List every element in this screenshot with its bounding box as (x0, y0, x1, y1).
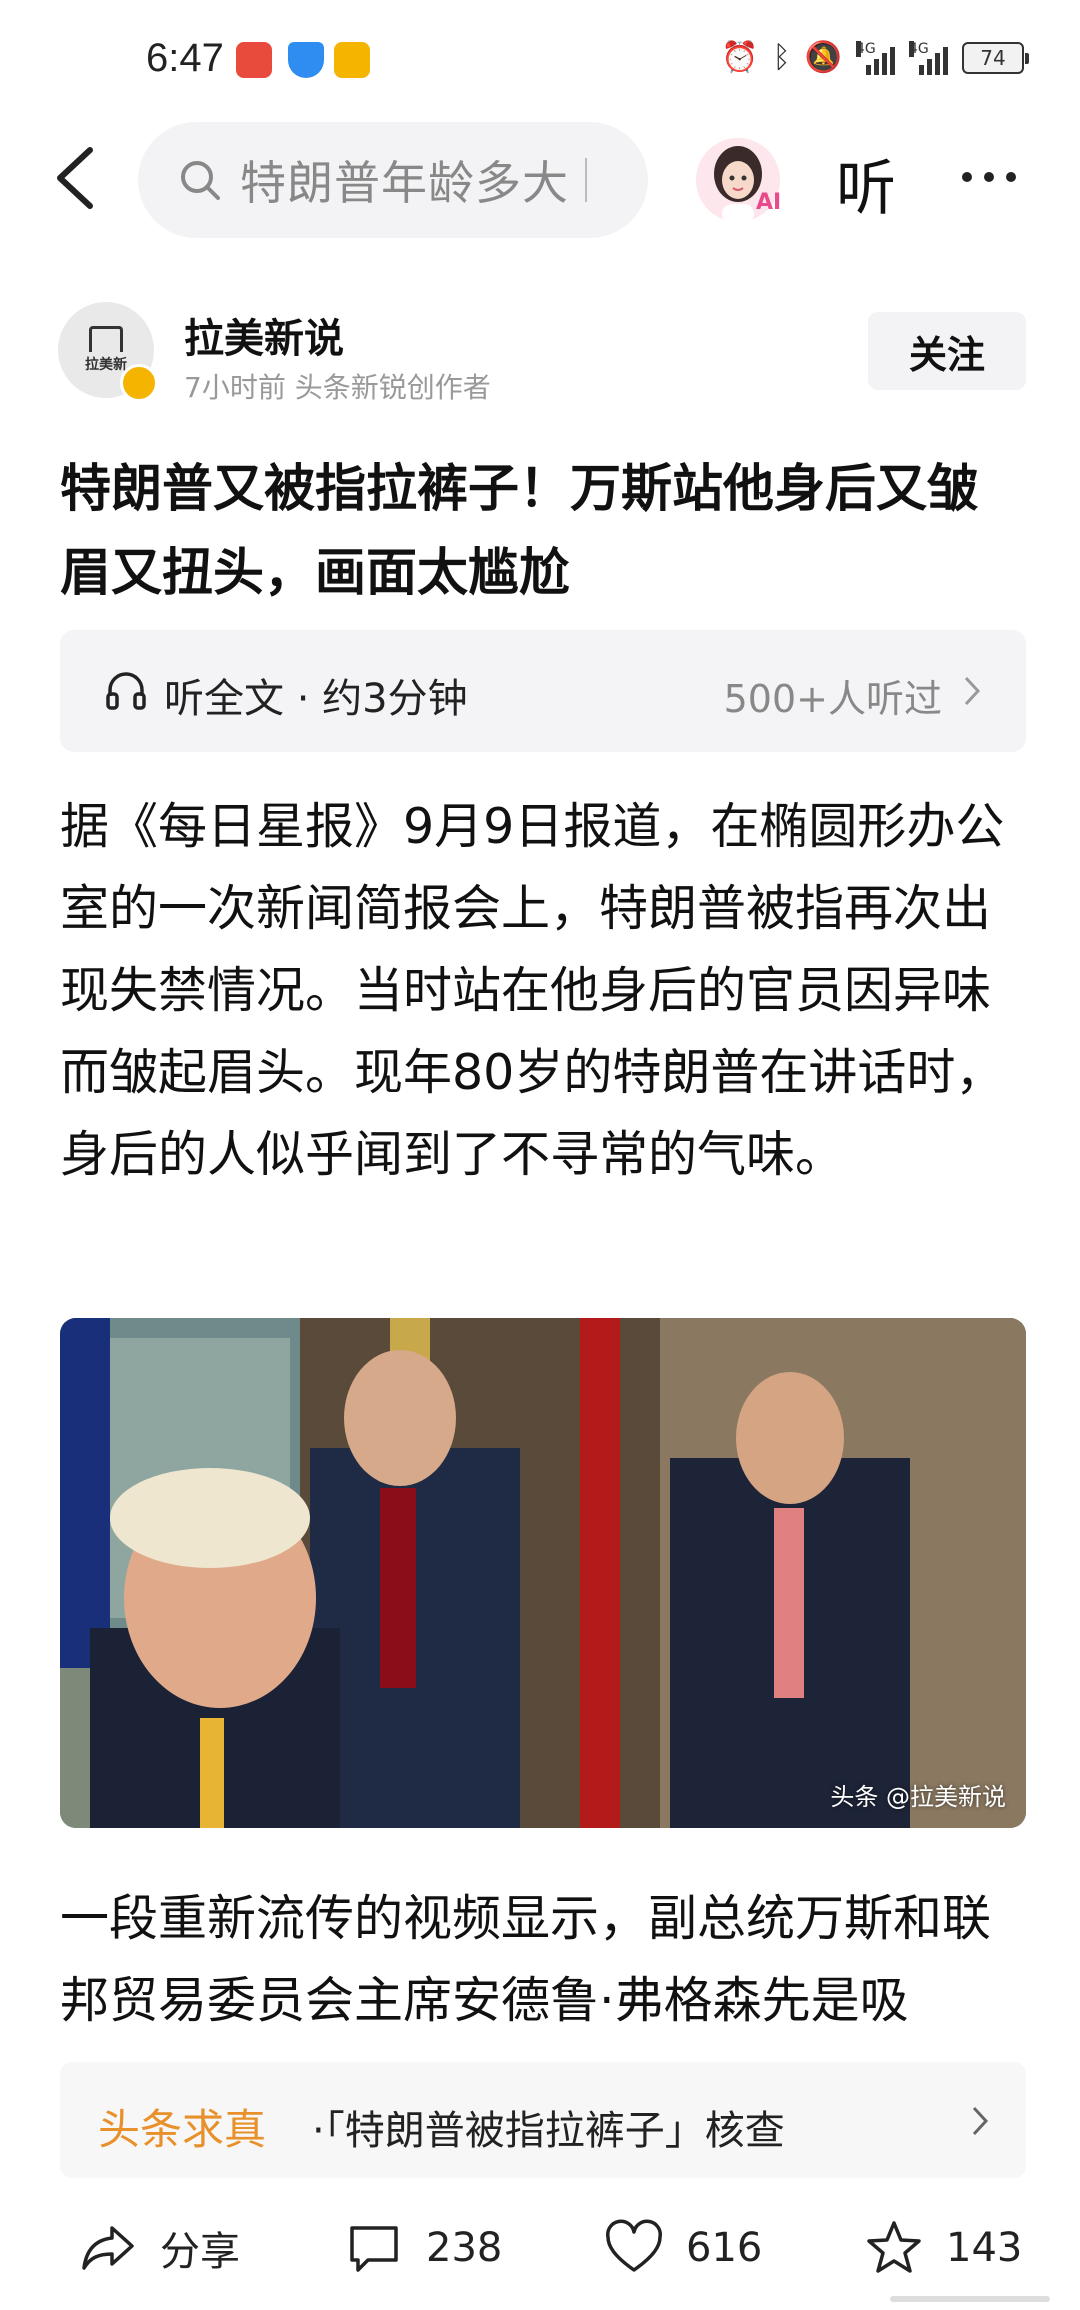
share-label: 分享 (160, 2229, 240, 2275)
verified-badge-icon (120, 364, 158, 402)
back-arrow-icon[interactable] (52, 146, 100, 210)
image-watermark: 头条 @拉美新说 (830, 1783, 1006, 1811)
follow-button[interactable]: 关注 (868, 312, 1026, 390)
headphone-icon (106, 672, 146, 710)
shield-app-icon (288, 42, 324, 78)
heart-icon (606, 2219, 662, 2272)
listen-button[interactable]: 听 (836, 140, 896, 227)
author-name[interactable]: 拉美新说 (184, 306, 344, 364)
bottom-action-bar: 分享 238 616 143 (0, 2190, 1080, 2310)
favorite-count: 143 (946, 2225, 1023, 2271)
fact-check-bar[interactable]: 头条求真 ·「特朗普被指拉裤子」核查 (60, 2062, 1026, 2178)
search-caret (585, 158, 587, 202)
signal-icon-2: 4G (909, 40, 948, 75)
search-box[interactable]: 特朗普年龄多大 (138, 122, 648, 238)
author-meta: 7小时前 头条新锐创作者 (184, 371, 491, 404)
article-paragraph-2: 一段重新流传的视频显示，副总统万斯和联邦贸易委员会主席安德鲁·弗格森先是吸 (60, 1890, 992, 2029)
star-icon (867, 2221, 921, 2273)
more-options-icon[interactable] (962, 172, 1016, 182)
article-image[interactable]: 头条 @拉美新说 (60, 1318, 1026, 1828)
ai-badge: AI (756, 190, 782, 215)
alarm-icon: ⏰ (721, 40, 759, 75)
search-icon (181, 161, 220, 200)
author-avatar-label: 拉美新 (85, 357, 127, 373)
article-title: 特朗普又被指拉裤子！万斯站他身后又皱眉又扭头，画面太尴尬 (60, 460, 979, 603)
battery-icon: 74 (962, 41, 1029, 74)
share-button[interactable]: 分享 (78, 2218, 240, 2278)
listen-full-text-bar[interactable]: 听全文 · 约3分钟 500+人听过 (60, 630, 1026, 752)
status-bar: 6:47 ⏰ ᛒ 🔕 4G 4G 74 (0, 0, 1080, 120)
favorite-button[interactable]: 143 (864, 2218, 1022, 2278)
fact-check-text: ·「特朗普被指拉裤子」核查 (312, 2108, 785, 2154)
weibo-app-icon (334, 42, 370, 78)
signal-icon-1: 4G (856, 40, 895, 75)
mute-icon: 🔕 (804, 40, 842, 75)
fact-check-tag: 头条求真 (98, 2105, 267, 2154)
comment-button[interactable]: 238 (344, 2218, 502, 2278)
listen-label: 听全文 · 约3分钟 (164, 676, 468, 722)
gesture-navigation-bar[interactable] (890, 2296, 1050, 2302)
huawei-app-icon (236, 42, 272, 78)
share-icon (82, 2226, 134, 2270)
bluetooth-icon: ᛒ (772, 40, 791, 75)
search-query: 特朗普年龄多大 (240, 156, 569, 210)
listen-count: 500+人听过 (723, 677, 942, 721)
status-time: 6:47 (146, 36, 224, 80)
article-paragraph-1: 据《每日星报》9月9日报道，在椭圆形办公室的一次新闻简报会上，特朗普被指再次出现… (60, 798, 1005, 1183)
building-icon (89, 326, 123, 352)
like-count: 616 (686, 2225, 763, 2271)
comment-count: 238 (426, 2225, 503, 2271)
chevron-right-icon (972, 2106, 989, 2136)
comment-icon (350, 2226, 398, 2272)
chevron-right-icon (964, 676, 981, 706)
like-button[interactable]: 616 (604, 2218, 762, 2278)
